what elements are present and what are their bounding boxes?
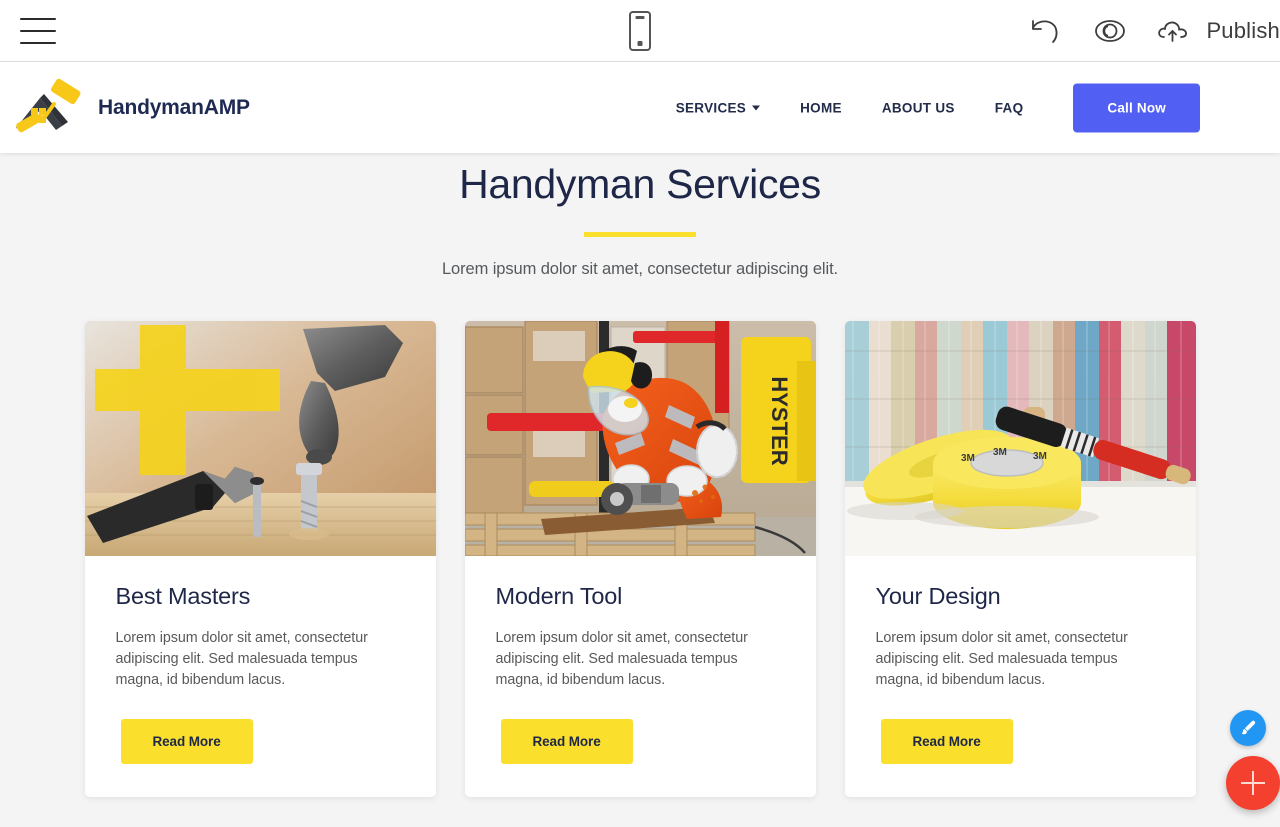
page-canvas: Handyman Services Lorem ipsum dolor sit …: [0, 153, 1280, 827]
publish-label: Publish: [1206, 17, 1280, 43]
undo-arrow-icon[interactable]: [1023, 15, 1067, 47]
card-description: Lorem ipsum dolor sit amet, consectetur …: [115, 630, 368, 688]
card-title: Modern Tool: [495, 583, 623, 610]
read-more-button[interactable]: Read More: [120, 718, 253, 764]
nav-item-about-us[interactable]: ABOUT US: [862, 100, 975, 115]
svg-text:3M: 3M: [993, 447, 1007, 458]
nav-item-label: FAQ: [994, 100, 1024, 115]
chevron-down-icon: [752, 105, 761, 110]
section-header: Handyman Services Lorem ipsum dolor sit …: [0, 153, 1280, 279]
read-more-button[interactable]: Read More: [880, 718, 1013, 764]
read-more-button[interactable]: Read More: [500, 718, 633, 764]
service-card[interactable]: Best Masters Lorem ipsum dolor sit amet,…: [84, 321, 436, 797]
cloud-upload-icon: [1158, 21, 1188, 42]
service-cards-row: Best Masters Lorem ipsum dolor sit amet,…: [0, 321, 1280, 797]
card-body: Best Masters Lorem ipsum dolor sit amet,…: [85, 556, 436, 690]
nav-item-home[interactable]: HOME: [780, 100, 862, 115]
site-header: HandymanAMP SERVICES HOME ABOUT US FAQ C…: [0, 62, 1280, 153]
nav-item-services[interactable]: SERVICES: [656, 100, 780, 115]
call-now-button[interactable]: Call Now: [1073, 83, 1200, 132]
masking-tape-rolls-and-paintbrush-photo: 3M 3M 3M: [844, 321, 1196, 557]
editor-toolbar: Publish: [0, 0, 1280, 62]
hamburger-menu-icon[interactable]: [20, 17, 56, 44]
title-underline-rule: [584, 232, 696, 238]
card-description: Lorem ipsum dolor sit amet, consectetur …: [495, 630, 748, 688]
brand-name: HandymanAMP: [98, 95, 250, 119]
phone-outline: [629, 10, 651, 51]
hammer-wrench-screws-on-wood-photo: [84, 321, 436, 557]
card-body: Your Design Lorem ipsum dolor sit amet, …: [845, 556, 1196, 690]
house-paint-roller-logo: [16, 78, 81, 132]
svg-text:3M: 3M: [961, 453, 975, 464]
nav-item-faq[interactable]: FAQ: [975, 100, 1044, 115]
svg-text:3M: 3M: [1033, 451, 1047, 462]
eye-preview-icon[interactable]: [1089, 16, 1131, 46]
service-card[interactable]: HYSTER Modern Tool Lorem ipsum dolor sit…: [464, 321, 816, 797]
hamburger-bar: [20, 29, 56, 32]
hamburger-bar: [20, 41, 56, 44]
card-title: Your Design: [875, 583, 1001, 610]
card-title: Best Masters: [115, 583, 251, 610]
service-card[interactable]: 3M 3M 3M Your Design Lorem ipsum dolor s…: [844, 321, 1196, 797]
nav-item-label: HOME: [800, 100, 842, 115]
worker-in-orange-coveralls-grinding-photo: HYSTER: [464, 321, 816, 557]
nav-item-label: SERVICES: [675, 100, 747, 115]
floating-action-buttons: [1226, 710, 1280, 810]
brand-logo-link[interactable]: HandymanAMP: [10, 78, 250, 138]
nav-item-label: ABOUT US: [881, 100, 955, 115]
page-subtitle: Lorem ipsum dolor sit amet, consectetur …: [441, 260, 839, 279]
mobile-device-icon[interactable]: [629, 10, 651, 51]
page-title: Handyman Services: [459, 161, 821, 207]
plus-icon[interactable]: [1226, 756, 1280, 810]
svg-text:HYSTER: HYSTER: [767, 377, 792, 466]
editor-toolbar-actions: Publish: [1023, 15, 1280, 47]
card-body: Modern Tool Lorem ipsum dolor sit amet, …: [465, 556, 816, 690]
site-nav: SERVICES HOME ABOUT US FAQ Call Now: [656, 83, 1200, 132]
card-description: Lorem ipsum dolor sit amet, consectetur …: [875, 630, 1128, 688]
publish-button[interactable]: Publish: [1153, 15, 1280, 47]
hamburger-bar: [20, 17, 56, 20]
paintbrush-icon[interactable]: [1230, 710, 1266, 746]
